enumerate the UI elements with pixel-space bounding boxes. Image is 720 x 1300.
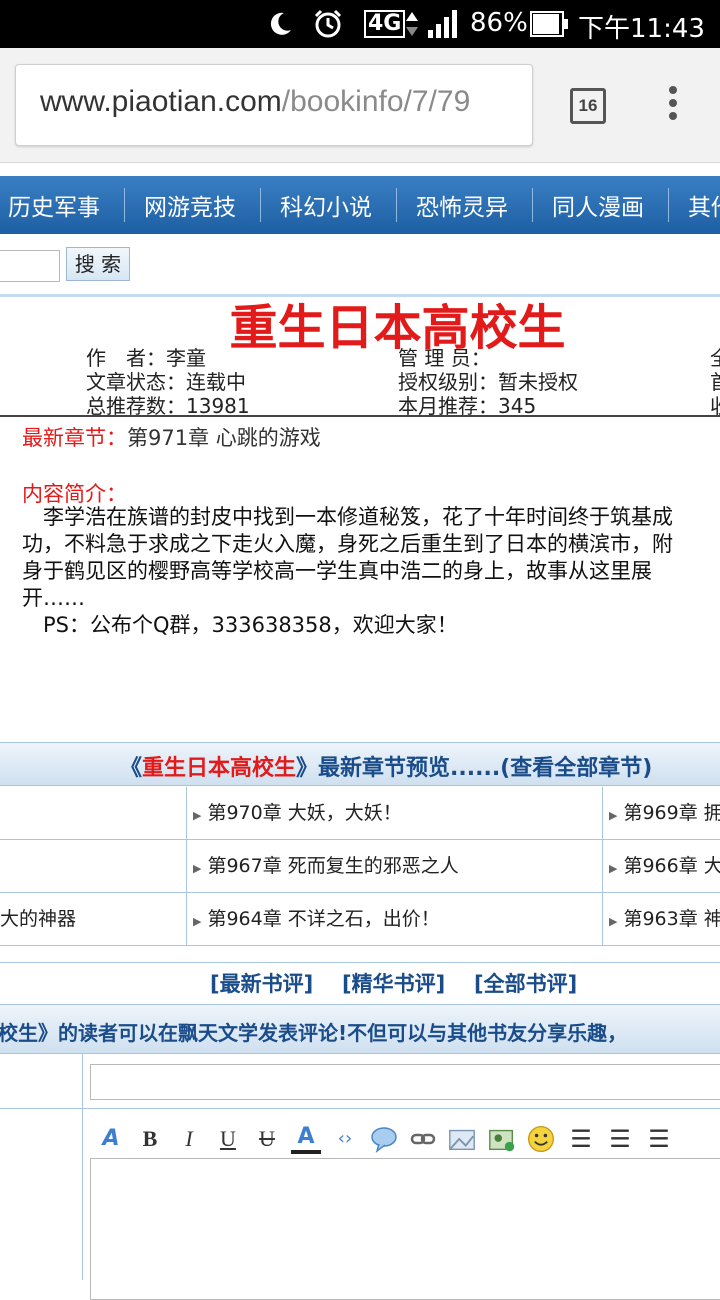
chapter-preview-title[interactable]: 《重生日本高校生》最新章节预览......(查看全部章节) xyxy=(120,750,652,782)
comment-textarea[interactable] xyxy=(90,1158,720,1300)
bullet-arrow-icon: ▶ xyxy=(609,915,618,928)
battery-icon xyxy=(530,11,568,37)
comment-banner-text: 校生》的读者可以在飘天文学发表评论!不但可以与其他书友分享乐趣， xyxy=(0,1021,628,1045)
url-domain: www.piaotian.com xyxy=(40,85,282,118)
intro-text: 李学浩在族谱的封皮中找到一本修道秘笈，花了十年时间终于筑基成功，不料急于求成之下… xyxy=(22,504,692,639)
chapter-preview-header: 《重生日本高校生》最新章节预览......(查看全部章节) xyxy=(0,742,720,786)
preview-all-chapters-link[interactable]: 》最新章节预览......(查看全部章节) xyxy=(296,756,652,781)
comment-form: A B I U U A ‹› ☰ ☰ ☰ xyxy=(0,1054,720,1300)
font-style-icon[interactable]: A xyxy=(96,1122,126,1156)
tab-switcher-button[interactable]: 16 xyxy=(570,88,606,124)
bullet-arrow-icon: ▶ xyxy=(193,915,202,928)
review-links: [最新书评] [精华书评] [全部书评] xyxy=(0,962,720,1001)
nav-item-scifi[interactable]: 科幻小说 xyxy=(280,188,372,222)
nav-item-other[interactable]: 其他 xyxy=(688,188,720,222)
search-button[interactable]: 搜 索 xyxy=(66,247,130,281)
battery-percent: 86% xyxy=(470,8,528,38)
code-icon[interactable]: ‹› xyxy=(330,1122,360,1156)
chapter-cell[interactable] xyxy=(0,840,187,893)
comment-banner: 校生》的读者可以在飘天文学发表评论!不但可以与其他书友分享乐趣， xyxy=(0,1004,720,1054)
nav-divider xyxy=(260,188,261,222)
all-reviews-link[interactable]: [全部书评] xyxy=(474,968,577,998)
chapter-cell[interactable]: ▶ 第970章 大妖，大妖！ xyxy=(187,787,603,840)
moon-icon xyxy=(270,12,291,35)
month-rec-label: 本月推荐： xyxy=(398,394,498,418)
signal-icon xyxy=(428,10,457,38)
media-icon[interactable] xyxy=(487,1122,517,1156)
align-center-icon[interactable]: ☰ xyxy=(605,1122,635,1156)
image-icon[interactable] xyxy=(447,1122,477,1156)
bullet-arrow-icon: ▶ xyxy=(609,862,618,875)
chapter-cell[interactable]: ▶ 第969章 拥 xyxy=(603,787,720,840)
month-rec-row: 本月推荐：345 xyxy=(398,390,536,419)
quote-icon[interactable] xyxy=(369,1122,399,1156)
category-nav: 历史军事 网游竞技 科幻小说 恐怖灵异 同人漫画 其他 xyxy=(0,176,720,234)
browser-toolbar: www.piaotian.com/bookinfo/7/79 16 xyxy=(0,48,720,163)
overflow-menu-icon[interactable] xyxy=(667,86,679,126)
nav-divider xyxy=(124,188,125,222)
latest-reviews-link[interactable]: [最新书评] xyxy=(210,968,313,998)
comment-title-input[interactable] xyxy=(90,1064,720,1100)
latest-chapter-label: 最新章节： xyxy=(22,426,127,450)
data-arrows-icon xyxy=(406,12,418,36)
chapter-cell[interactable] xyxy=(0,787,187,840)
preview-book-title: 重生日本高校生 xyxy=(142,756,297,781)
chapter-cell[interactable]: ▶ 第966章 大 xyxy=(603,840,720,893)
chapter-link[interactable]: 第969章 拥 xyxy=(623,802,720,824)
status-bar: 4G 86% 下午11:43 xyxy=(0,0,720,48)
intro-paragraph: 李学浩在族谱的封皮中找到一本修道秘笈，花了十年时间终于筑基成功，不料急于求成之下… xyxy=(22,505,673,610)
month-rec-value: 345 xyxy=(498,394,537,418)
latest-chapter-link[interactable]: 第971章 心跳的游戏 xyxy=(127,426,321,450)
nav-item-history[interactable]: 历史军事 xyxy=(8,188,100,222)
address-bar[interactable]: www.piaotian.com/bookinfo/7/79 xyxy=(15,64,533,146)
nav-item-games[interactable]: 网游竞技 xyxy=(144,188,236,222)
chapter-table: ▶ 第970章 大妖，大妖！ ▶ 第969章 拥 ▶ 第967章 死而复生的邪恶之人 … xyxy=(0,787,720,946)
chapter-link[interactable]: 第970章 大妖，大妖！ xyxy=(207,802,401,824)
align-left-icon[interactable]: ☰ xyxy=(566,1122,596,1156)
bullet-arrow-icon: ▶ xyxy=(193,809,202,822)
smiley-icon[interactable] xyxy=(526,1122,556,1156)
total-rec-label: 总推荐数： xyxy=(86,394,186,418)
chapter-link[interactable]: 大的神器 xyxy=(0,908,76,930)
network-type: 4G xyxy=(364,10,406,38)
clock: 下午11:43 xyxy=(578,14,705,44)
font-color-icon[interactable]: A xyxy=(291,1122,321,1154)
nav-divider xyxy=(396,188,397,222)
total-rec-value: 13981 xyxy=(186,394,250,418)
strikethrough-icon[interactable]: U xyxy=(252,1122,282,1156)
nav-divider xyxy=(532,188,533,222)
nav-item-horror[interactable]: 恐怖灵异 xyxy=(416,188,508,222)
chapter-cell[interactable]: 大的神器 xyxy=(0,893,187,946)
alarm-icon xyxy=(314,9,342,38)
intro-ps: PS：公布个Q群，333638358，欢迎大家！ xyxy=(22,613,458,637)
bold-icon[interactable]: B xyxy=(135,1122,165,1156)
best-reviews-link[interactable]: [精华书评] xyxy=(342,968,445,998)
nav-item-fanfic[interactable]: 同人漫画 xyxy=(552,188,644,222)
latest-chapter: 最新章节：第971章 心跳的游戏 xyxy=(22,422,321,452)
chapter-link[interactable]: 第967章 死而复生的邪恶之人 xyxy=(207,855,458,877)
align-right-icon[interactable]: ☰ xyxy=(644,1122,674,1156)
chapter-link[interactable]: 第964章 不详之石，出价！ xyxy=(207,908,439,930)
bullet-arrow-icon: ▶ xyxy=(609,809,618,822)
italic-icon[interactable]: I xyxy=(174,1122,204,1156)
form-divider xyxy=(0,1108,720,1109)
total-rec-row: 总推荐数：13981 xyxy=(86,390,250,419)
link-icon[interactable] xyxy=(408,1122,438,1156)
bullet-arrow-icon: ▶ xyxy=(193,862,202,875)
chapter-link[interactable]: 第963章 神 xyxy=(623,908,720,930)
preview-bracket: 《 xyxy=(120,756,143,781)
chapter-link[interactable]: 第966章 大 xyxy=(623,855,720,877)
chapter-cell[interactable]: ▶ 第964章 不详之石，出价！ xyxy=(187,893,603,946)
form-divider xyxy=(82,1054,83,1280)
url-text: www.piaotian.com/bookinfo/7/79 xyxy=(40,85,470,119)
search-input[interactable] xyxy=(0,250,60,282)
url-path: /bookinfo/7/79 xyxy=(281,85,471,118)
underline-icon[interactable]: U xyxy=(213,1122,243,1156)
chapter-cell[interactable]: ▶ 第967章 死而复生的邪恶之人 xyxy=(187,840,603,893)
chapter-cell[interactable]: ▶ 第963章 神 xyxy=(603,893,720,946)
meta-col3-row3: 收 xyxy=(710,390,720,419)
nav-divider xyxy=(668,188,669,222)
